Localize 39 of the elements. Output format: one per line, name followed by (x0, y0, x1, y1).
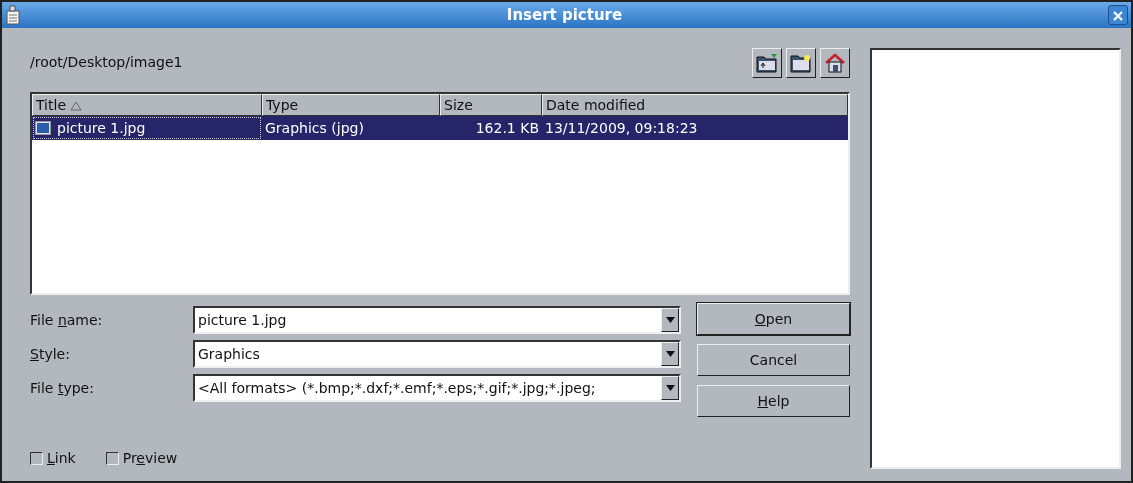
checkbox-label: Preview (122, 449, 178, 468)
field-label: Style: (30, 344, 71, 364)
checkbox-label: Link (47, 449, 76, 468)
checkbox[interactable] (30, 452, 43, 465)
table-cell: 162.1 KB (440, 116, 542, 140)
column-header[interactable]: Type (262, 94, 440, 116)
dropdown-button[interactable] (661, 308, 679, 332)
field-label: File name: (30, 310, 104, 330)
combo-box[interactable]: picture 1.jpg (193, 306, 681, 334)
field-label: File type: (30, 378, 95, 398)
table-cell: Graphics (jpg) (262, 116, 440, 140)
dialog-button[interactable]: Help (697, 385, 850, 417)
table-cell: 13/11/2009, 09:18:23 (542, 116, 848, 140)
caret-icon (665, 351, 675, 357)
close-icon (1113, 10, 1123, 21)
caret-icon (665, 317, 675, 323)
home-icon (824, 53, 846, 73)
dropdown-button[interactable] (661, 376, 679, 400)
dialog-button[interactable]: Cancel (697, 344, 850, 376)
toolbar-button[interactable] (786, 48, 816, 78)
toolbar-button[interactable] (752, 48, 782, 78)
column-header[interactable]: Size (440, 94, 542, 116)
app-icon (5, 5, 21, 25)
combo-box[interactable]: <All formats> (*.bmp;*.dxf;*.emf;*.eps;*.gif;*.jpg;*.jpeg; (193, 374, 681, 402)
path-label: /root/Desktop/image1 (30, 53, 183, 72)
image-file-icon (35, 121, 51, 135)
toolbar-button[interactable] (820, 48, 850, 78)
caret-icon (665, 385, 675, 391)
new-folder-icon (790, 53, 812, 73)
close-button[interactable] (1108, 5, 1128, 25)
column-header[interactable]: Title (32, 94, 262, 116)
column-header[interactable]: Date modified (542, 94, 848, 116)
combo-box[interactable]: Graphics (193, 340, 681, 368)
folder-up-icon (756, 53, 778, 73)
dropdown-button[interactable] (661, 342, 679, 366)
dialog-button[interactable]: Open (697, 303, 850, 335)
window-title: Insert picture (505, 4, 624, 26)
checkbox[interactable] (105, 452, 119, 465)
table-cell[interactable]: picture 1.jpg (32, 116, 262, 140)
